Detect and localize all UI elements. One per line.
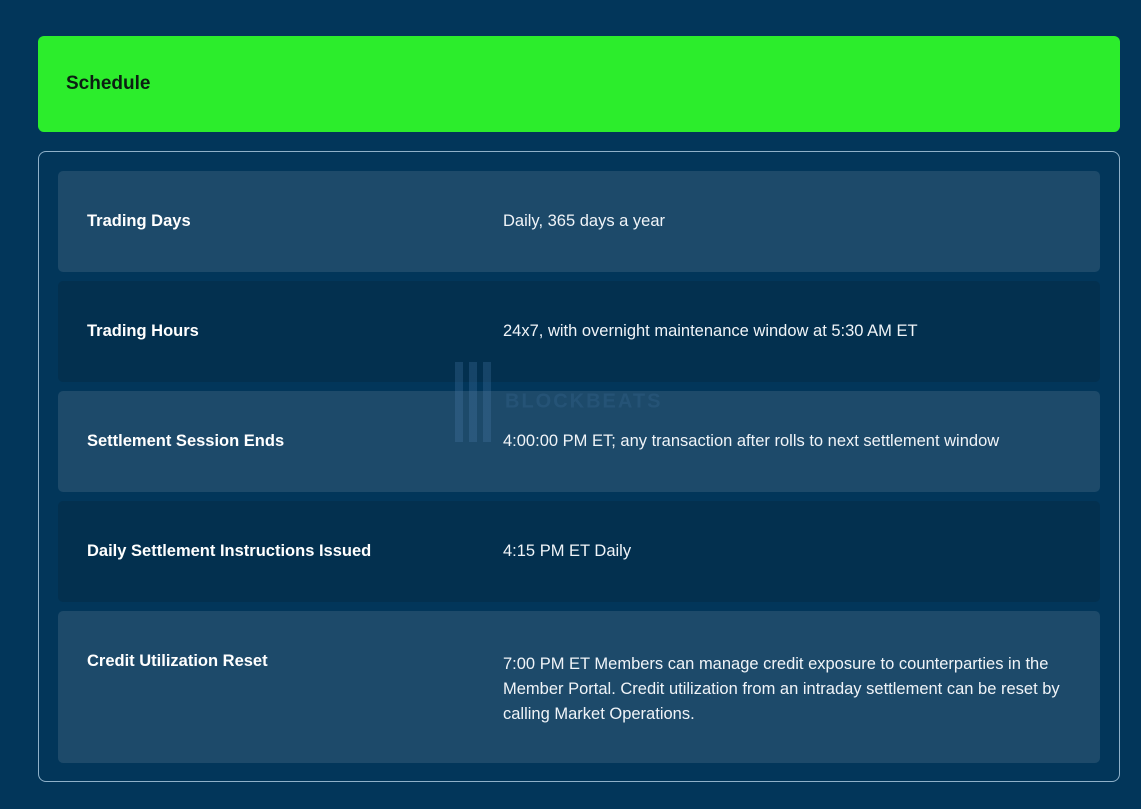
row-label: Daily Settlement Instructions Issued	[87, 542, 372, 560]
table-row: Trading Hours 24x7, with overnight maint…	[58, 281, 1100, 382]
row-value: 24x7, with overnight maintenance window …	[503, 322, 918, 340]
row-value: 4:00:00 PM ET; any transaction after rol…	[503, 432, 1000, 450]
table-row: Settlement Session Ends 4:00:00 PM ET; a…	[58, 391, 1100, 492]
table-row: Credit Utilization Reset 7:00 PM ET Memb…	[58, 611, 1100, 763]
row-label: Trading Days	[87, 212, 191, 230]
schedule-table: Trading Days Daily, 365 days a year Trad…	[38, 151, 1120, 782]
table-row: Trading Days Daily, 365 days a year	[58, 171, 1100, 272]
schedule-header: Schedule	[38, 36, 1120, 132]
row-value: Daily, 365 days a year	[503, 212, 666, 230]
row-value: 7:00 PM ET Members can manage credit exp…	[503, 655, 1060, 723]
row-label: Settlement Session Ends	[87, 432, 285, 450]
table-row: Daily Settlement Instructions Issued 4:1…	[58, 501, 1100, 602]
row-label: Trading Hours	[87, 322, 199, 340]
section-title: Schedule	[66, 73, 151, 94]
row-value: 4:15 PM ET Daily	[503, 542, 632, 560]
row-label: Credit Utilization Reset	[87, 652, 268, 670]
